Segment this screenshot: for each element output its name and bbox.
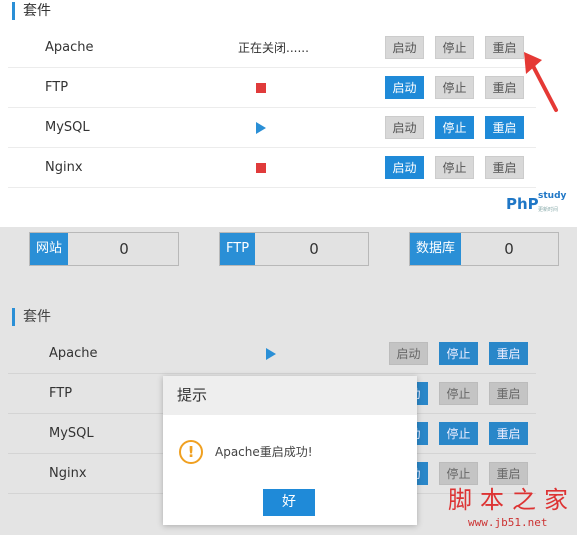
stat-ftp: FTP 0 <box>219 232 369 266</box>
logo-sup: study <box>538 191 567 201</box>
start-button[interactable]: 启动 <box>385 116 424 139</box>
stop-button[interactable]: 停止 <box>435 76 474 99</box>
restart-button[interactable]: 重启 <box>485 76 524 99</box>
service-row-apache: Apache 启动 停止 重启 <box>8 334 536 374</box>
red-arrow-icon <box>524 52 558 112</box>
running-status-icon <box>256 122 266 134</box>
restart-button[interactable]: 重启 <box>485 156 524 179</box>
service-name: Apache <box>45 40 94 55</box>
restart-button[interactable]: 重启 <box>489 342 528 365</box>
watermark-text: 脚本之家 <box>448 486 576 514</box>
info-icon: ! <box>179 440 203 464</box>
logo-text: PhP <box>506 195 539 213</box>
stat-label: FTP <box>220 233 256 265</box>
stop-button[interactable]: 停止 <box>435 36 474 59</box>
running-status-icon <box>266 348 276 360</box>
service-name: FTP <box>49 386 73 401</box>
dialog-message: Apache重启成功! <box>215 445 313 459</box>
status-text: 正在关闭...... <box>238 41 309 55</box>
stop-button[interactable]: 停止 <box>439 382 478 405</box>
stat-value: 0 <box>309 240 319 258</box>
stat-databases: 数据库 0 <box>409 232 559 266</box>
start-button[interactable]: 启动 <box>385 156 424 179</box>
stopped-status-icon <box>256 163 266 173</box>
logo-sub: 更新时间 <box>538 207 559 213</box>
start-button[interactable]: 启动 <box>389 342 428 365</box>
stop-button[interactable]: 停止 <box>435 116 474 139</box>
stop-button[interactable]: 停止 <box>435 156 474 179</box>
section-title: 套件 <box>12 2 51 20</box>
start-button[interactable]: 启动 <box>385 36 424 59</box>
stopped-status-icon <box>256 83 266 93</box>
stat-value: 0 <box>119 240 129 258</box>
section-title: 套件 <box>12 308 51 326</box>
service-name: Nginx <box>49 466 87 481</box>
service-name: Nginx <box>45 160 83 175</box>
start-button[interactable]: 启动 <box>385 76 424 99</box>
restart-button[interactable]: 重启 <box>485 116 524 139</box>
service-row-mysql: MySQL 启动 停止 重启 <box>8 108 536 148</box>
stop-button[interactable]: 停止 <box>439 342 478 365</box>
watermark: 脚本之家 www.jb51.net <box>448 480 576 529</box>
service-name: Apache <box>49 346 98 361</box>
service-row-apache: Apache 正在关闭...... 启动 停止 重启 <box>8 28 536 68</box>
stat-websites: 网站 0 <box>29 232 179 266</box>
restart-button[interactable]: 重启 <box>489 382 528 405</box>
service-name: FTP <box>45 80 69 95</box>
service-name: MySQL <box>49 426 94 441</box>
dialog-title: 提示 <box>163 376 417 415</box>
restart-button[interactable]: 重启 <box>489 422 528 445</box>
stop-button[interactable]: 停止 <box>439 422 478 445</box>
restart-button[interactable]: 重启 <box>485 36 524 59</box>
suite-panel: 套件 Apache 正在关闭...... 启动 停止 重启 FTP 启动 停止 … <box>0 0 577 227</box>
stat-value: 0 <box>504 240 514 258</box>
ok-button[interactable]: 好 <box>263 489 315 516</box>
service-row-ftp: FTP 启动 停止 重启 <box>8 68 536 108</box>
phpstudy-logo: PhP study 更新时间 <box>506 191 566 213</box>
service-name: MySQL <box>45 120 90 135</box>
watermark-url: www.jb51.net <box>468 516 548 529</box>
service-row-nginx: Nginx 启动 停止 重启 <box>8 148 536 188</box>
stat-label: 数据库 <box>410 233 462 265</box>
alert-dialog: 提示 ! Apache重启成功! 好 <box>163 376 417 525</box>
stat-label: 网站 <box>30 233 69 265</box>
